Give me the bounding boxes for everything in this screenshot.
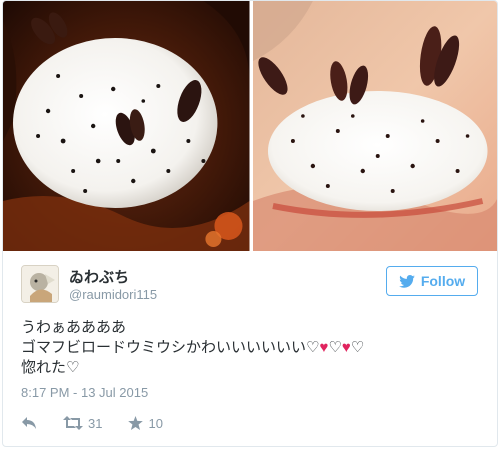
avatar-image <box>22 266 58 302</box>
heart-5: ♡ <box>350 339 365 356</box>
heart-4: ♥ <box>341 339 351 356</box>
reply-button[interactable] <box>21 416 37 430</box>
tweet-text-line-3: 惚れた♡ <box>21 359 80 376</box>
avatar[interactable] <box>21 265 59 303</box>
retweet-icon <box>63 416 83 430</box>
sea-slug-photo-left[interactable] <box>3 1 250 251</box>
display-name[interactable]: ゐわぶち <box>69 266 129 287</box>
tweet-media[interactable] <box>3 1 497 251</box>
tweet-timestamp[interactable]: 8:17 PM - 13 Jul 2015 <box>21 385 148 400</box>
sea-slug-image-right <box>252 1 497 251</box>
reply-arrow-icon <box>22 417 36 429</box>
retweet-button[interactable]: 31 <box>63 416 102 431</box>
heart-1: ♡ <box>306 339 320 356</box>
sea-slug-photo-right[interactable] <box>252 1 497 251</box>
tweet-text-line-1: うわぁああああ <box>21 319 127 336</box>
tweet-header: ゐわぶち @raumidori115 Follow <box>21 263 481 313</box>
user-handle[interactable]: @raumidori115 <box>69 287 157 302</box>
tweet-actions: 31 10 <box>21 413 189 433</box>
star-icon <box>128 416 144 430</box>
twitter-bird-icon <box>399 274 415 288</box>
follow-label: Follow <box>420 273 466 289</box>
sea-slug-image-left <box>3 1 250 251</box>
favorite-count: 10 <box>148 415 163 431</box>
tweet-card: ゐわぶち @raumidori115 Follow うわぁああああ ゴマフビロー… <box>2 0 498 447</box>
favorite-button[interactable]: 10 <box>128 415 163 431</box>
tweet-text-line-2: ゴマフビロードウミウシかわいいいいいい♡♥♡♥♡ <box>21 338 481 358</box>
heart-3: ♡ <box>328 339 342 356</box>
retweet-count: 31 <box>88 415 103 431</box>
tweet-text: うわぁああああ ゴマフビロードウミウシかわいいいいいい♡♥♡♥♡ 惚れた♡ <box>21 318 481 378</box>
tweet-text-line-2-text: ゴマフビロードウミウシかわいいいいいい <box>21 339 307 356</box>
follow-button[interactable]: Follow <box>386 266 478 296</box>
